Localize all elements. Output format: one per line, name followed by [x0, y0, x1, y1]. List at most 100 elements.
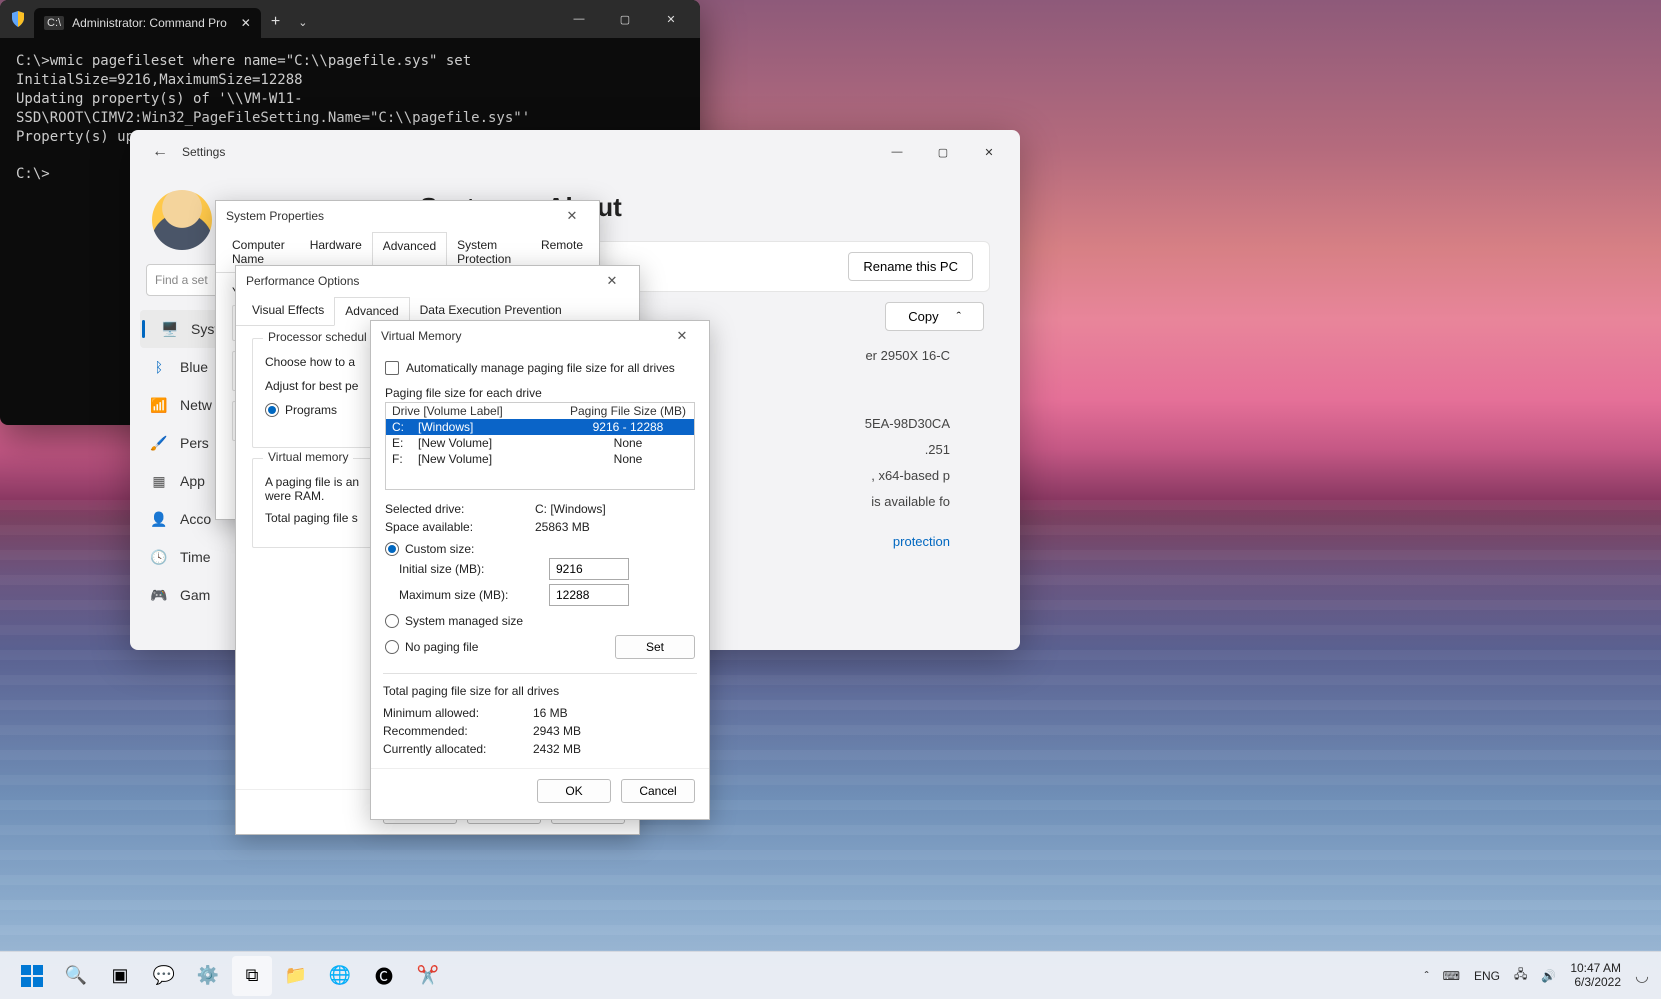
nav-icon: 🕓: [150, 549, 168, 566]
terminal-tab[interactable]: C:\ Administrator: Command Pro ✕: [34, 8, 261, 38]
nav-icon: 🖌️: [150, 435, 168, 452]
drive-list: Drive [Volume Label] Paging File Size (M…: [385, 402, 695, 490]
settings-icon[interactable]: ⚙️: [188, 956, 228, 996]
value: 2943 MB: [533, 724, 697, 738]
network-icon[interactable]: 🖧: [1514, 965, 1527, 986]
search-icon[interactable]: 🔍: [56, 956, 96, 996]
terminal-titlebar: C:\ Administrator: Command Pro ✕ + ⌄ — ▢…: [0, 0, 700, 38]
settings-title: Settings: [182, 145, 225, 159]
close-button[interactable]: ✕: [966, 136, 1012, 168]
clock[interactable]: 10:47 AM 6/3/2022: [1570, 962, 1621, 990]
tab-title: Administrator: Command Pro: [72, 16, 227, 30]
dialog-title: System Properties: [226, 209, 324, 223]
nav-label: Pers: [180, 435, 209, 451]
nav-icon: 👤: [150, 511, 168, 528]
shield-icon: [10, 11, 26, 27]
chat-icon[interactable]: 💬: [144, 956, 184, 996]
ok-button[interactable]: OK: [537, 779, 611, 803]
maximize-button[interactable]: ▢: [920, 136, 966, 168]
close-tab-icon[interactable]: ✕: [241, 16, 251, 30]
dialog-title: Virtual Memory: [381, 329, 461, 343]
nav-icon: ᛒ: [150, 359, 168, 375]
label: Minimum allowed:: [383, 706, 533, 720]
minimize-button[interactable]: —: [874, 136, 920, 168]
set-button[interactable]: Set: [615, 635, 695, 659]
keyboard-icon[interactable]: ⌨: [1443, 969, 1460, 983]
nav-label: Acco: [180, 511, 211, 527]
label: Recommended:: [383, 724, 533, 738]
new-tab-button[interactable]: +: [261, 13, 290, 31]
maximize-button[interactable]: ▢: [602, 4, 648, 34]
chevron-up-icon: ˆ: [957, 309, 961, 324]
system-tray: ˆ ⌨ ENG 🖧 🔊 10:47 AM 6/3/2022 ◡: [1425, 962, 1649, 990]
nav-icon: 🖥️: [161, 321, 179, 338]
value: 25863 MB: [535, 520, 695, 534]
tab-menu-chevron-icon[interactable]: ⌄: [290, 16, 315, 29]
drive-row[interactable]: E:[New Volume]None: [386, 435, 694, 451]
tab[interactable]: Visual Effects: [242, 297, 334, 326]
protection-link[interactable]: protection: [893, 534, 950, 549]
value: C: [Windows]: [535, 502, 695, 516]
tray-chevron-icon[interactable]: ˆ: [1425, 969, 1429, 983]
task-view-icon[interactable]: ▣: [100, 956, 140, 996]
no-paging-radio[interactable]: No paging file: [385, 640, 478, 654]
drive-row[interactable]: F:[New Volume]None: [386, 451, 694, 467]
user-avatar[interactable]: [152, 190, 212, 250]
column-header: Paging File Size (MB): [568, 404, 688, 418]
label: Total paging file size for all drives: [383, 684, 697, 698]
nav-label: Netw: [180, 397, 212, 413]
volume-icon[interactable]: 🔊: [1541, 969, 1556, 983]
settings-titlebar: ← Settings — ▢ ✕: [130, 130, 1020, 174]
nav-label: Gam: [180, 587, 210, 603]
close-icon[interactable]: ✕: [665, 328, 699, 344]
virtual-memory-dialog: Virtual Memory ✕ Automatically manage pa…: [370, 320, 710, 820]
copy-button[interactable]: Copy ˆ: [885, 302, 984, 331]
initial-size-input[interactable]: [549, 558, 629, 580]
close-icon[interactable]: ✕: [595, 273, 629, 289]
column-header: Drive [Volume Label]: [392, 404, 568, 418]
edge-icon[interactable]: 🌐: [320, 956, 360, 996]
auto-manage-checkbox[interactable]: Automatically manage paging file size fo…: [385, 361, 675, 375]
value: 16 MB: [533, 706, 697, 720]
notifications-icon[interactable]: ◡: [1635, 966, 1649, 986]
dialog-title: Performance Options: [246, 274, 359, 288]
nav-label: Blue: [180, 359, 208, 375]
label: Initial size (MB):: [399, 562, 549, 576]
snip-icon[interactable]: ✂️: [408, 956, 448, 996]
cmd-icon: C:\: [44, 16, 64, 30]
cancel-button[interactable]: Cancel: [621, 779, 695, 803]
canva-icon[interactable]: 🅒: [364, 956, 404, 996]
label: Space available:: [385, 520, 535, 534]
programs-radio[interactable]: Programs: [265, 403, 337, 417]
group-title: Processor schedul: [263, 330, 372, 344]
language-indicator[interactable]: ENG: [1474, 969, 1500, 983]
nav-icon: ▦: [150, 473, 168, 490]
terminal-icon[interactable]: ⧉: [232, 956, 272, 996]
nav-label: Time: [180, 549, 211, 565]
system-managed-radio[interactable]: System managed size: [385, 614, 523, 628]
taskbar-apps: 🔍 ▣ 💬 ⚙️ ⧉ 📁 🌐 🅒 ✂️: [12, 956, 448, 996]
value: 2432 MB: [533, 742, 697, 756]
minimize-button[interactable]: —: [556, 4, 602, 34]
start-button[interactable]: [12, 956, 52, 996]
drive-row[interactable]: C:[Windows]9216 - 12288: [386, 419, 694, 435]
nav-icon: 📶: [150, 397, 168, 414]
clock-date: 6/3/2022: [1570, 976, 1621, 990]
taskbar: 🔍 ▣ 💬 ⚙️ ⧉ 📁 🌐 🅒 ✂️ ˆ ⌨ ENG 🖧 🔊 10:47 AM…: [0, 951, 1661, 999]
search-placeholder: Find a set: [155, 273, 208, 287]
custom-size-radio[interactable]: Custom size:: [385, 542, 474, 556]
close-button[interactable]: ✕: [648, 4, 694, 34]
rename-pc-button[interactable]: Rename this PC: [848, 252, 973, 281]
nav-icon: 🎮: [150, 587, 168, 604]
group-title: Virtual memory: [263, 450, 353, 464]
nav-label: App: [180, 473, 205, 489]
clock-time: 10:47 AM: [1570, 962, 1621, 976]
close-icon[interactable]: ✕: [555, 208, 589, 224]
label: Paging file size for each drive: [385, 386, 695, 400]
label: Currently allocated:: [383, 742, 533, 756]
maximum-size-input[interactable]: [549, 584, 629, 606]
label: Maximum size (MB):: [399, 588, 549, 602]
label: Selected drive:: [385, 502, 535, 516]
back-button[interactable]: ←: [146, 143, 174, 161]
explorer-icon[interactable]: 📁: [276, 956, 316, 996]
